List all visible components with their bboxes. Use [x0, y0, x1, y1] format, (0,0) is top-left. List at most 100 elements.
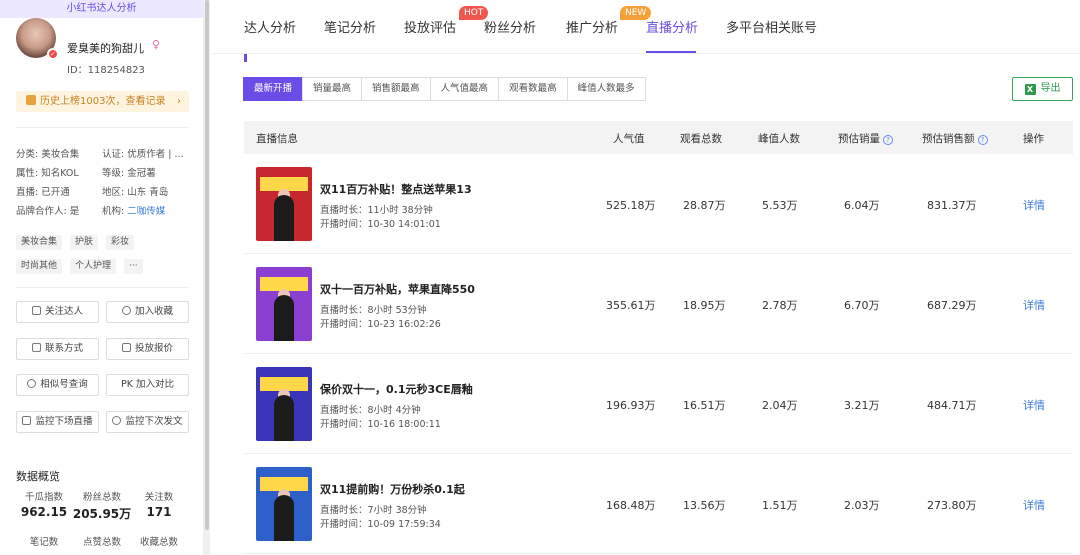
info-region: 地区: 山东 青岛 — [102, 187, 169, 198]
tag[interactable]: 护肤 — [70, 235, 99, 250]
cell-views: 18.95万 — [683, 299, 726, 312]
table-row: 双11提前购！万份秒杀0.1起 直播时长：7小时 38分钟 开播时间：10-09… — [244, 454, 1073, 554]
female-icon: ♀ — [152, 38, 161, 51]
live-thumbnail[interactable] — [256, 367, 312, 441]
stat-label: 粉丝总数 — [82, 492, 121, 503]
tag[interactable]: 个人护理 — [70, 259, 117, 274]
sidebar: 小红书达人分析 ✓ 爱臭美的狗甜儿 ♀ ID：118254823 历史上榜100… — [0, 0, 204, 555]
tag[interactable]: 时尚其他 — [16, 259, 63, 274]
filter-revenue[interactable]: 销售额最高 — [361, 77, 431, 101]
info-org: 机构: 二咖传媒 — [102, 203, 165, 217]
info-brand: 品牌合作人: 是 — [16, 206, 80, 217]
follow-button[interactable]: 关注达人 — [16, 301, 99, 323]
cell-revenue: 273.80万 — [927, 499, 977, 512]
cell-views: 28.87万 — [683, 199, 726, 212]
tab-note-analysis[interactable]: 笔记分析 — [324, 17, 376, 36]
user-id: ID：118254823 — [67, 65, 145, 76]
history-label: 历史上榜1003次，查看记录 — [40, 96, 166, 107]
th-views: 观看总数 — [680, 133, 722, 145]
phone-icon — [31, 343, 41, 352]
tab-talent-analysis[interactable]: 达人分析 — [244, 17, 296, 36]
excel-icon: X — [1024, 84, 1036, 95]
tab-promo-analysis[interactable]: 推广分析 — [566, 17, 618, 36]
live-title[interactable]: 双11提前购！万份秒杀0.1起 — [320, 481, 465, 497]
contact-button[interactable]: 联系方式 — [16, 338, 99, 360]
org-link[interactable]: 二咖传媒 — [127, 206, 165, 217]
live-title[interactable]: 保价双十一，0.1元秒3CE唇釉 — [320, 381, 473, 397]
divider — [16, 287, 189, 288]
tag[interactable]: 彩妆 — [106, 235, 135, 250]
similar-search-button[interactable]: 相似号查询 — [16, 374, 99, 396]
tag[interactable]: 美妆合集 — [16, 235, 63, 250]
filter-peak[interactable]: 峰值人数最多 — [566, 77, 646, 101]
live-thumbnail[interactable] — [256, 467, 312, 541]
tab-multi-platform[interactable]: 多平台相关账号 — [726, 17, 817, 36]
filter-latest[interactable]: 最新开播 — [243, 77, 304, 101]
cell-sales: 6.70万 — [844, 299, 880, 312]
monitor-live-button[interactable]: 监控下场直播 — [16, 411, 99, 433]
tab-fans-analysis[interactable]: 粉丝分析 — [484, 17, 536, 36]
stat-value: 171 — [146, 505, 172, 519]
live-duration: 直播时长：8小时 53分钟 — [320, 305, 427, 316]
detail-link[interactable]: 详情 — [1023, 197, 1045, 213]
cell-revenue: 687.29万 — [927, 299, 977, 312]
stat-label: 收藏总数 — [139, 537, 178, 548]
filter-views[interactable]: 观看数最高 — [498, 77, 568, 101]
sidebar-scrollbar-thumb[interactable] — [205, 0, 209, 530]
info-level: 等级: 金冠薯 — [102, 168, 156, 179]
history-rank-button[interactable]: 历史上榜1003次，查看记录 › — [16, 91, 189, 112]
divider — [16, 127, 189, 128]
table-row: 保价双十一，0.1元秒3CE唇釉 直播时长：8小时 4分钟 开播时间：10-16… — [244, 354, 1073, 454]
sort-filters: 最新开播 销量最高 销售额最高 人气值最高 观看数最高 峰值人数最多 — [243, 77, 646, 101]
live-title[interactable]: 双十一百万补贴，苹果直降550 — [320, 281, 475, 297]
cell-popularity: 196.93万 — [606, 399, 656, 412]
help-icon[interactable]: ? — [883, 135, 893, 145]
th-est-revenue: 预估销售额? — [922, 131, 988, 146]
main-content: 达人分析 笔记分析 投放评估 HOT 粉丝分析 推广分析 NEW 直播分析 多平… — [212, 0, 1080, 555]
chevron-right-icon: › — [177, 96, 181, 107]
th-action: 操作 — [1023, 133, 1044, 145]
live-title[interactable]: 双11百万补贴！整点送苹果13 — [320, 181, 472, 197]
info-category: 分类: 美妆合集 — [16, 149, 80, 160]
cell-peak: 1.51万 — [762, 499, 798, 512]
info-attr: 属性: 知名KOL — [16, 168, 79, 179]
cell-revenue: 831.37万 — [927, 199, 977, 212]
cell-sales: 2.03万 — [844, 499, 880, 512]
help-icon[interactable]: ? — [977, 135, 988, 145]
export-button[interactable]: X 导出 — [1012, 77, 1073, 101]
th-popularity: 人气值 — [613, 133, 645, 145]
monitor-post-button[interactable]: 监控下次发文 — [106, 411, 189, 433]
th-live-info: 直播信息 — [256, 133, 298, 145]
table-row: 双11百万补贴！整点送苹果13 直播时长：11小时 38分钟 开播时间：10-3… — [244, 154, 1073, 254]
live-thumbnail[interactable] — [256, 267, 312, 341]
table-row: 双十一百万补贴，苹果直降550 直播时长：8小时 53分钟 开播时间：10-23… — [244, 254, 1073, 354]
detail-link[interactable]: 详情 — [1023, 397, 1045, 413]
bell-icon — [112, 416, 122, 425]
detail-link[interactable]: 详情 — [1023, 297, 1045, 313]
detail-link[interactable]: 详情 — [1023, 497, 1045, 513]
stat-label: 笔记数 — [29, 537, 59, 548]
more-tags[interactable]: ··· — [124, 259, 143, 274]
live-duration: 直播时长：8小时 4分钟 — [320, 405, 421, 416]
tab-live-analysis[interactable]: 直播分析 — [646, 17, 698, 36]
filter-sales[interactable]: 销量最高 — [302, 77, 363, 101]
stat-label: 千瓜指数 — [24, 492, 63, 503]
tab-placement-eval[interactable]: 投放评估 — [404, 17, 456, 36]
verified-badge-icon: ✓ — [47, 48, 59, 60]
live-thumbnail[interactable] — [256, 167, 312, 241]
compare-button[interactable]: PK 加入对比 — [106, 374, 189, 396]
live-duration: 直播时长：7小时 38分钟 — [320, 505, 427, 516]
quote-button[interactable]: 投放报价 — [106, 338, 189, 360]
document-icon — [121, 343, 131, 352]
filter-popularity[interactable]: 人气值最高 — [429, 77, 500, 101]
crown-icon — [26, 95, 36, 105]
nickname: 爱臭美的狗甜儿 — [67, 42, 144, 55]
cell-peak: 2.78万 — [762, 299, 798, 312]
th-peak: 峰值人数 — [758, 133, 800, 145]
chart-icon — [31, 306, 41, 315]
favorite-button[interactable]: 加入收藏 — [106, 301, 189, 323]
cell-popularity: 525.18万 — [606, 199, 656, 212]
live-start-time: 开播时间：10-09 17:59:34 — [320, 519, 441, 530]
stat-label: 关注数 — [144, 492, 174, 503]
info-live: 直播: 已开通 — [16, 187, 70, 198]
